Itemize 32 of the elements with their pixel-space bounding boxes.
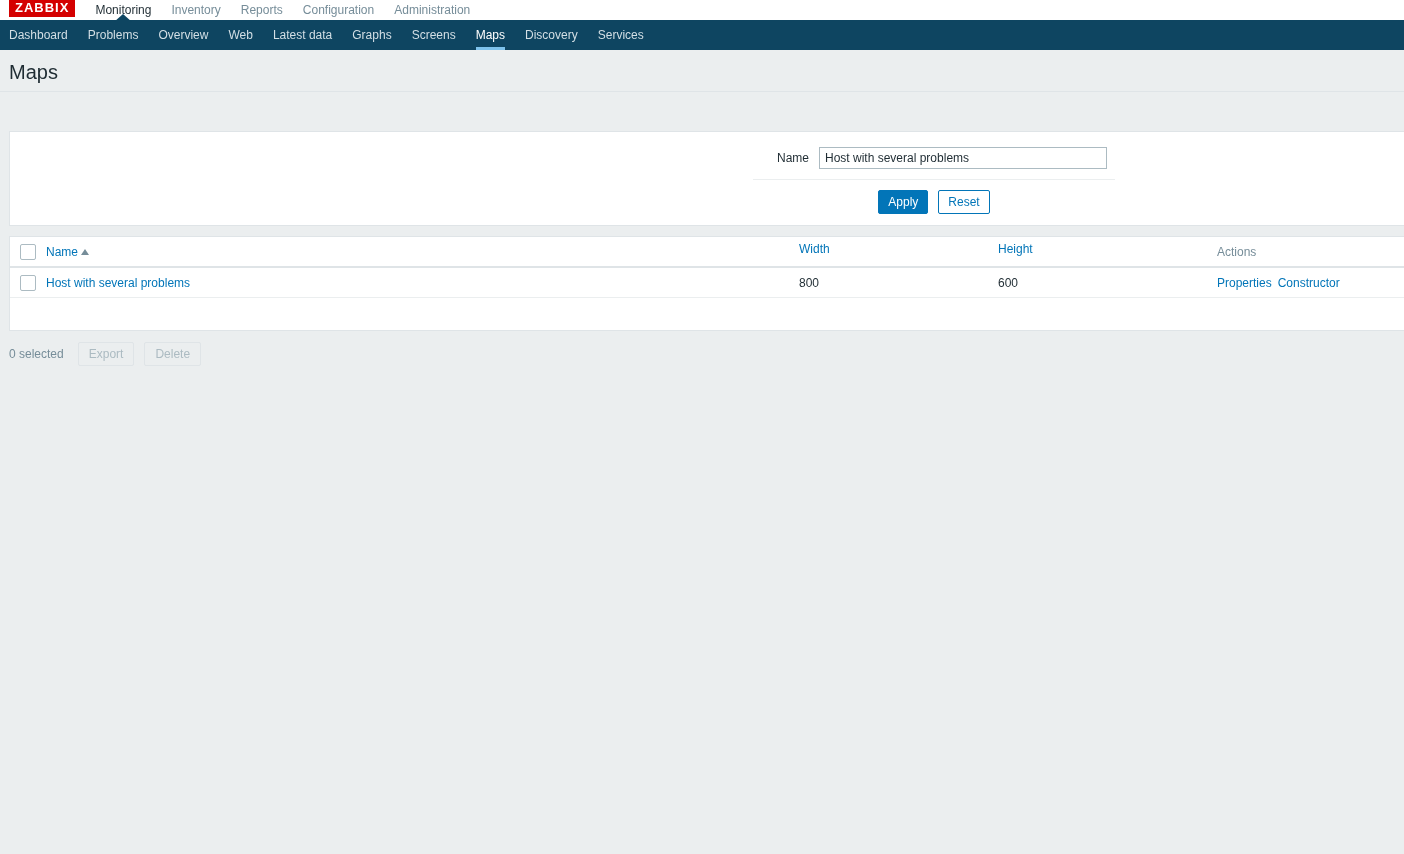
action-link[interactable]: Constructor <box>1277 275 1340 290</box>
submenu-tab[interactable]: Services <box>597 20 644 50</box>
column-header[interactable]: Name <box>46 244 78 259</box>
submenu-tab[interactable]: Maps <box>475 20 505 50</box>
field-label: Name <box>777 151 809 165</box>
main-menu-item[interactable]: Inventory <box>171 2 221 20</box>
main-menu-item[interactable]: Administration <box>394 2 471 20</box>
submenu-tab[interactable]: Overview <box>158 20 209 50</box>
main-menu-item[interactable]: Configuration <box>302 2 375 20</box>
column-header[interactable]: Height <box>998 241 1033 256</box>
submenu-tab[interactable]: Web <box>228 20 253 50</box>
map-name-link[interactable]: Host with several problems <box>46 275 191 290</box>
submenu-tab[interactable]: Graphs <box>352 20 392 50</box>
submenu-tab[interactable]: Latest data <box>272 20 333 50</box>
column-header[interactable]: Width <box>799 241 830 256</box>
row-checkbox[interactable] <box>20 274 36 291</box>
action-link[interactable]: Properties <box>1217 275 1272 290</box>
table-cell: 800 <box>799 275 820 290</box>
selected-count: 0 selected <box>9 347 64 361</box>
page-title: Maps <box>9 60 59 85</box>
main-menu-item[interactable]: Reports <box>240 2 283 20</box>
submenu-tab[interactable]: Discovery <box>525 20 578 50</box>
apply-button[interactable]: Apply <box>878 190 929 214</box>
submenu-tab[interactable]: Dashboard <box>9 20 68 50</box>
column-label: Actions <box>1217 244 1257 259</box>
reset-button[interactable]: Reset <box>938 190 990 214</box>
table-cell: 600 <box>998 275 1019 290</box>
name-input-field[interactable]: Host with several problems <box>819 147 1107 169</box>
select-all-checkbox[interactable] <box>20 243 36 260</box>
submenu-tab[interactable]: Screens <box>411 20 456 50</box>
submenu-tab[interactable]: Problems <box>87 20 139 50</box>
logo[interactable]: ZABBIX <box>9 0 76 17</box>
